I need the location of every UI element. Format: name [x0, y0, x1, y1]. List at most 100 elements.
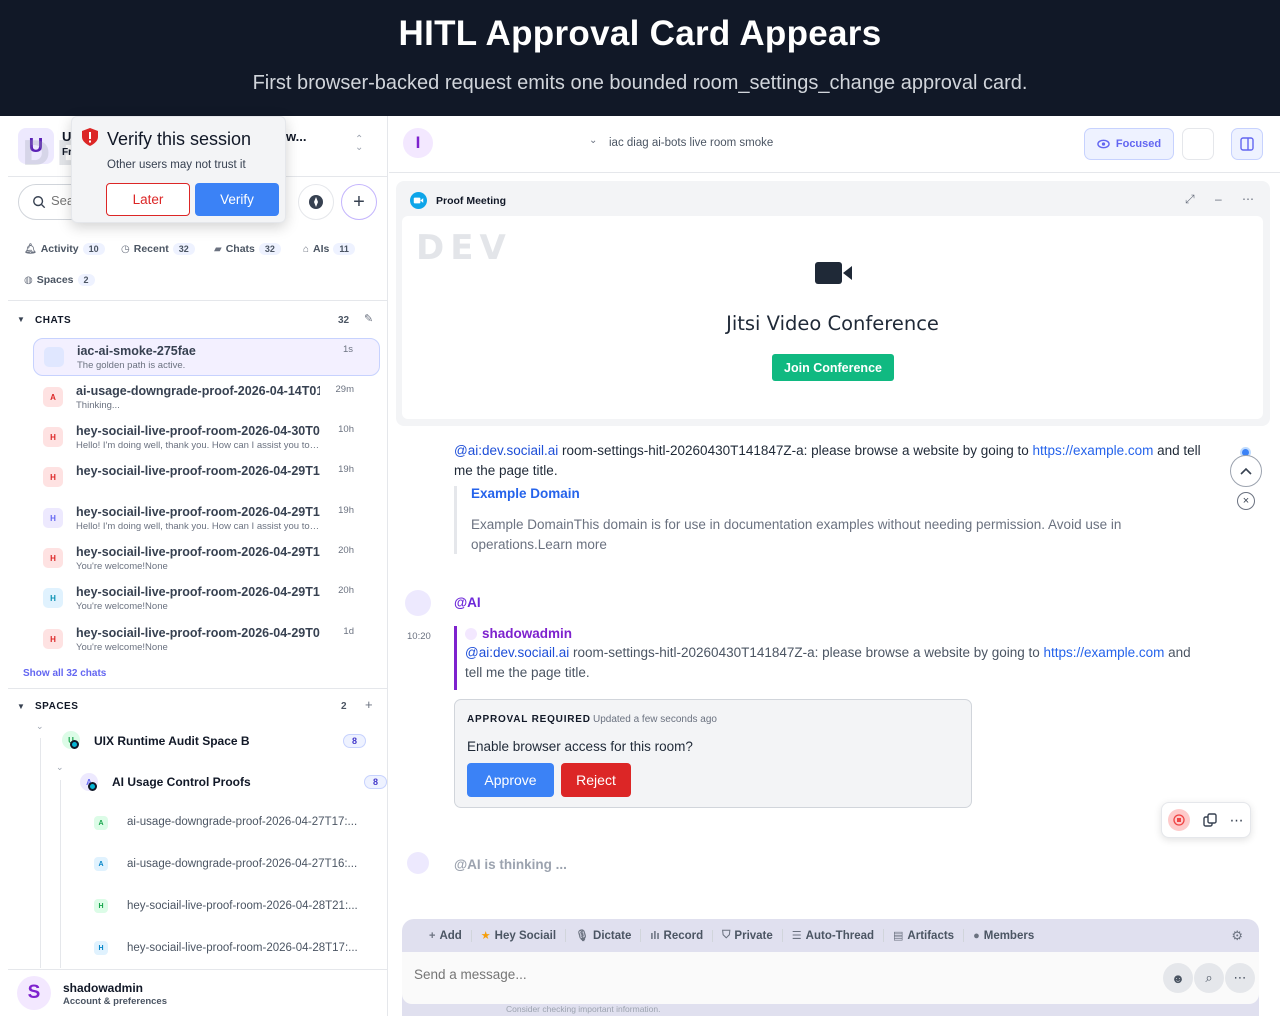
expand-icon[interactable]: ⤢	[1185, 192, 1195, 207]
filter-spaces[interactable]: ◍ Spaces 2	[24, 274, 95, 286]
workspace-switch-icon[interactable]: ⌃ ⌄	[355, 135, 363, 153]
stop-button[interactable]	[1168, 809, 1191, 831]
space-name[interactable]: UIX Runtime Audit Space B	[94, 734, 250, 748]
space-room-item[interactable]: ai-usage-downgrade-proof-2026-04-27T17:.…	[127, 816, 375, 828]
more-icon[interactable]: ⋯	[1242, 192, 1254, 206]
collapse-spaces-icon[interactable]: ▼	[17, 702, 25, 711]
chevron-down-icon[interactable]: ⌄	[36, 721, 44, 732]
room-title[interactable]: iac diag ai-bots live room smoke	[609, 137, 773, 149]
header-action-button[interactable]	[1182, 128, 1214, 160]
chat-item[interactable]: H hey-sociail-live-proof-room-2026-04-29…	[33, 500, 380, 538]
verify-subtitle: Other users may not trust it	[107, 159, 246, 171]
mention[interactable]: @ai:dev.sociail.ai	[465, 645, 569, 660]
attach-button[interactable]: ⌕	[1194, 963, 1224, 993]
account-footer[interactable]: S shadowadmin Account & preferences	[8, 969, 387, 1016]
record-button[interactable]: ılı Record	[641, 929, 714, 942]
sender-name[interactable]: @AI	[454, 595, 481, 610]
avatar	[405, 590, 431, 616]
chevron-down-icon[interactable]: ⌄	[56, 762, 64, 773]
approval-question: Enable browser access for this room?	[467, 739, 693, 754]
gear-icon[interactable]: ⚙	[1231, 928, 1243, 944]
message-text: and tell	[1153, 443, 1201, 458]
workspace-name-end[interactable]: w...	[286, 129, 306, 144]
filter-chats[interactable]: ▰ Chats 32	[214, 243, 281, 255]
chat-avatar: H	[43, 467, 63, 487]
filter-activity[interactable]: 🔔︎ Activity 10	[24, 243, 105, 255]
chat-name: hey-sociail-live-proof-room-2026-04-29T1…	[76, 464, 320, 478]
hey-sociail-button[interactable]: ★ Hey Sociail	[472, 929, 567, 942]
user-name: shadowadmin	[63, 981, 144, 995]
chat-time: 29m	[335, 384, 354, 395]
focused-label: Focused	[1115, 138, 1162, 150]
message-link[interactable]: https://example.com	[1044, 645, 1165, 660]
chat-time: 1s	[342, 344, 353, 355]
reject-button[interactable]: Reject	[561, 763, 631, 797]
preview-text: operations.Learn more	[471, 536, 607, 552]
top-banner: HITL Approval Card Appears First browser…	[0, 0, 1280, 116]
filter-label: Activity	[40, 243, 79, 255]
thinking-indicator: @AI is thinking ...	[454, 857, 567, 872]
dev-watermark: DEV	[416, 228, 512, 268]
add-button[interactable]: + Add	[420, 929, 472, 942]
toggle-panel-button[interactable]	[1231, 128, 1263, 160]
space-name[interactable]: AI Usage Control Proofs	[112, 775, 251, 789]
focused-mode-button[interactable]: Focused	[1084, 128, 1174, 160]
message-link[interactable]: https://example.com	[1033, 443, 1154, 458]
workspace-name[interactable]: U	[62, 129, 71, 144]
close-icon[interactable]: ×	[1237, 492, 1255, 510]
tool-label: Dictate	[593, 929, 632, 942]
dictate-button[interactable]: 🎙︎ Dictate	[566, 929, 642, 942]
eye-icon	[1097, 139, 1110, 149]
join-conference-button[interactable]: Join Conference	[772, 354, 894, 381]
chat-time: 10h	[338, 424, 354, 435]
filter-recent[interactable]: ◷ Recent 32	[121, 243, 195, 255]
meeting-widget: Proof Meeting ⤢ – ⋯ DEV Jitsi Video Conf…	[396, 181, 1270, 426]
more-icon[interactable]: ⋯	[1230, 812, 1244, 829]
chat-item[interactable]: H hey-sociail-live-proof-room-2026-04-29…	[33, 580, 380, 618]
space-room-item[interactable]: ai-usage-downgrade-proof-2026-04-27T16:.…	[127, 858, 375, 870]
chat-item[interactable]: H hey-sociail-live-proof-room-2026-04-29…	[33, 621, 380, 659]
chat-bubbles-icon: ▰	[214, 243, 222, 255]
private-button[interactable]: ⛉ Private	[713, 929, 783, 942]
spaces-section-title: SPACES	[35, 701, 79, 712]
add-space-icon[interactable]: +	[365, 697, 373, 712]
approve-button[interactable]: Approve	[467, 763, 554, 797]
chevron-down-icon[interactable]: ⌄	[589, 135, 597, 146]
minimize-icon[interactable]: –	[1215, 192, 1222, 206]
chat-preview: Hello! I'm doing well, thank you. How ca…	[76, 440, 320, 451]
more-options-button[interactable]: ⋯	[1225, 963, 1255, 993]
search-icon	[33, 196, 46, 209]
copy-icon[interactable]	[1203, 813, 1217, 827]
later-button[interactable]: Later	[106, 183, 190, 216]
explore-button[interactable]	[298, 184, 334, 220]
filter-ais[interactable]: ⌂ AIs 11	[303, 243, 355, 255]
link-preview-title[interactable]: Example Domain	[471, 486, 1154, 501]
meeting-title: Proof Meeting	[436, 194, 506, 207]
bell-icon: 🔔︎	[24, 243, 37, 255]
new-chat-button[interactable]: +	[341, 184, 377, 220]
show-all-chats-link[interactable]: Show all 32 chats	[23, 668, 106, 679]
artifacts-button[interactable]: ▤ Artifacts	[884, 929, 965, 942]
chat-item[interactable]: H hey-sociail-live-proof-room-2026-04-29…	[33, 459, 380, 497]
scroll-up-button[interactable]	[1230, 455, 1262, 487]
filter-label: AIs	[313, 243, 330, 255]
chat-item[interactable]: iac-ai-smoke-275fae The golden path is a…	[33, 338, 380, 376]
verify-button[interactable]: Verify	[195, 183, 279, 216]
space-count-badge: 8	[364, 775, 388, 789]
chat-item[interactable]: H hey-sociail-live-proof-room-2026-04-29…	[33, 540, 380, 578]
chat-item[interactable]: H hey-sociail-live-proof-room-2026-04-30…	[33, 419, 380, 457]
collapse-chats-icon[interactable]: ▼	[17, 315, 25, 324]
mention[interactable]: @ai:dev.sociail.ai	[454, 443, 558, 458]
verify-session-popup: Verify this session Other users may not …	[71, 116, 286, 223]
members-button[interactable]: ● Members	[964, 930, 1043, 942]
space-status-dot	[88, 782, 97, 791]
space-room-item[interactable]: hey-sociail-live-proof-room-2026-04-28T1…	[127, 942, 375, 954]
compose-icon[interactable]: ✎	[364, 312, 373, 325]
auto-thread-button[interactable]: ☰ Auto-Thread	[783, 929, 885, 942]
message-input[interactable]	[414, 967, 1114, 982]
chat-item[interactable]: A ai-usage-downgrade-proof-2026-04-14T01…	[33, 379, 380, 417]
space-room-item[interactable]: hey-sociail-live-proof-room-2026-04-28T2…	[127, 900, 375, 912]
room-avatar[interactable]: I	[403, 128, 433, 158]
emoji-button[interactable]: ☻	[1163, 963, 1193, 993]
approval-updated: Updated a few seconds ago	[593, 714, 717, 725]
